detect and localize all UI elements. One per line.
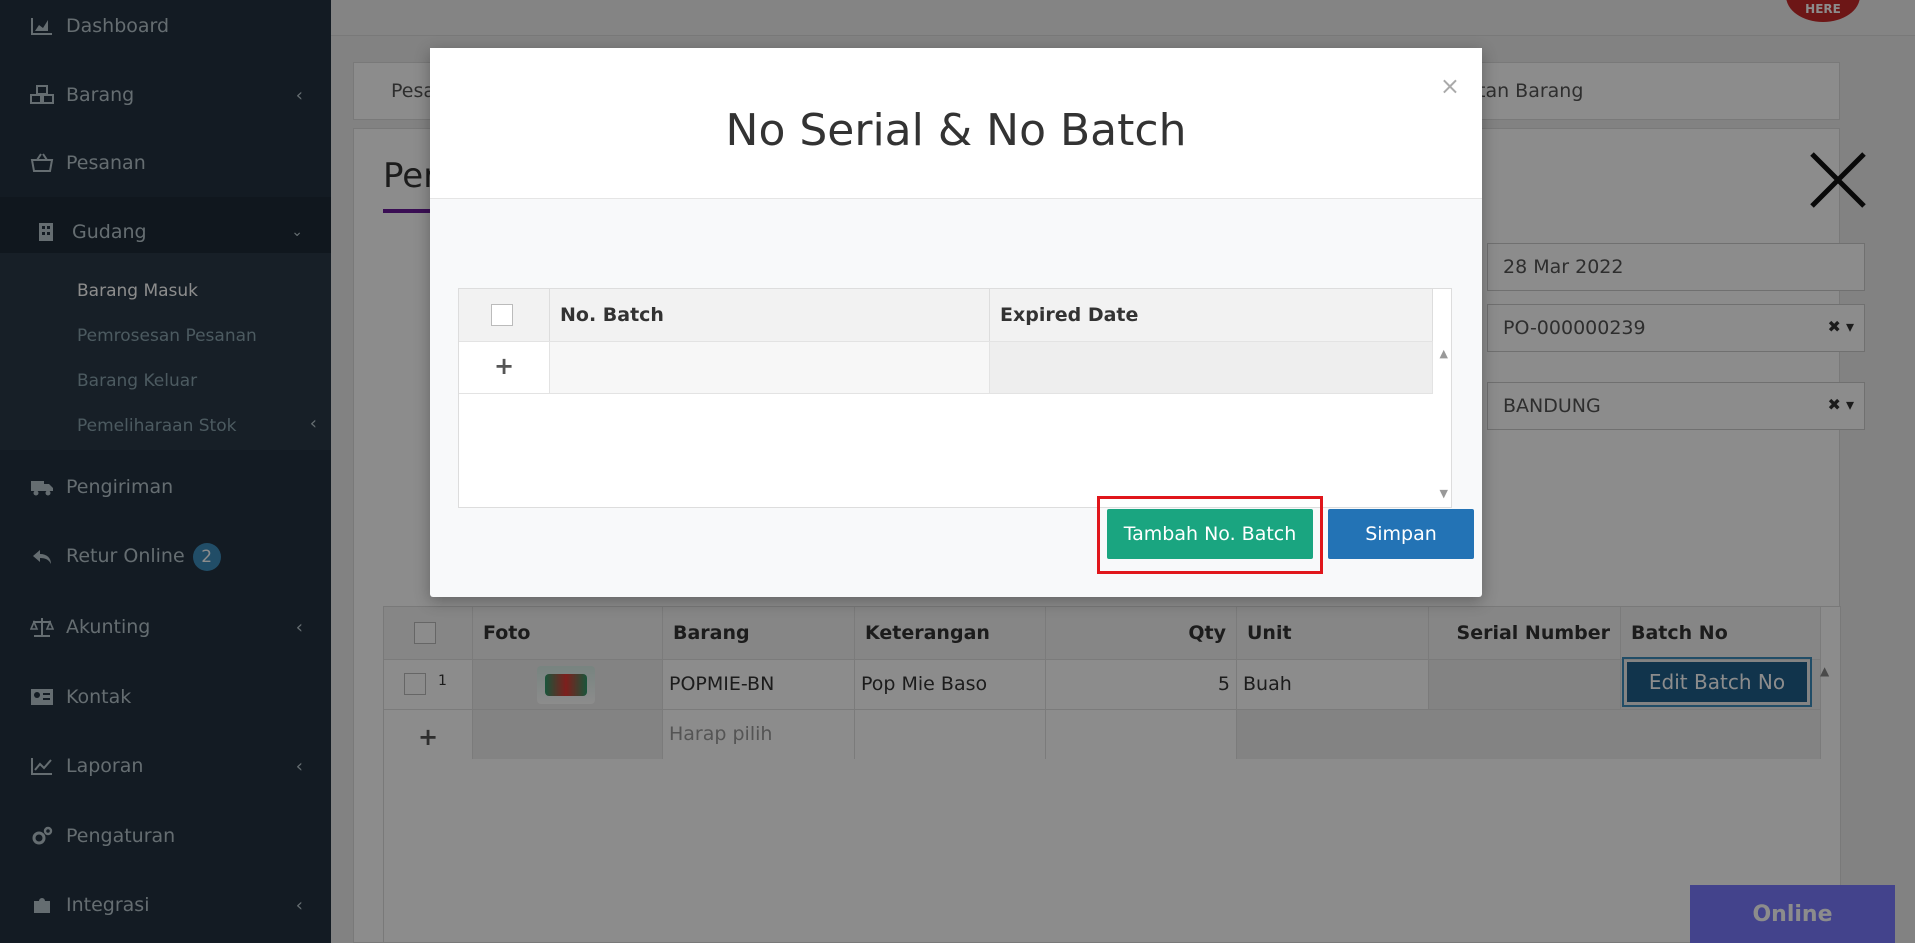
scroll-up-arrow[interactable]: ▲: [1440, 347, 1448, 360]
add-batch-row-button[interactable]: +: [459, 341, 550, 393]
batch-table: No. Batch Expired Date + ▲ ▼: [458, 288, 1452, 508]
select-all-header: [459, 289, 550, 341]
batch-modal: No Serial & No Batch × No. Batch Expired…: [430, 48, 1482, 597]
select-all-checkbox[interactable]: [491, 304, 513, 326]
batch-number-input[interactable]: [550, 341, 990, 393]
plus-icon: +: [493, 352, 515, 380]
scroll-down-arrow[interactable]: ▼: [1440, 487, 1448, 500]
add-batch-button[interactable]: Tambah No. Batch: [1107, 509, 1313, 559]
column-header-expired-date: Expired Date: [990, 289, 1433, 341]
modal-title: No Serial & No Batch: [725, 105, 1187, 156]
close-icon[interactable]: ×: [1440, 72, 1460, 100]
column-header-no-batch: No. Batch: [550, 289, 990, 341]
save-button[interactable]: Simpan: [1328, 509, 1474, 559]
row-divider: [459, 393, 1433, 394]
expired-date-input[interactable]: [990, 341, 1433, 393]
modal-header: No Serial & No Batch ×: [430, 48, 1482, 199]
